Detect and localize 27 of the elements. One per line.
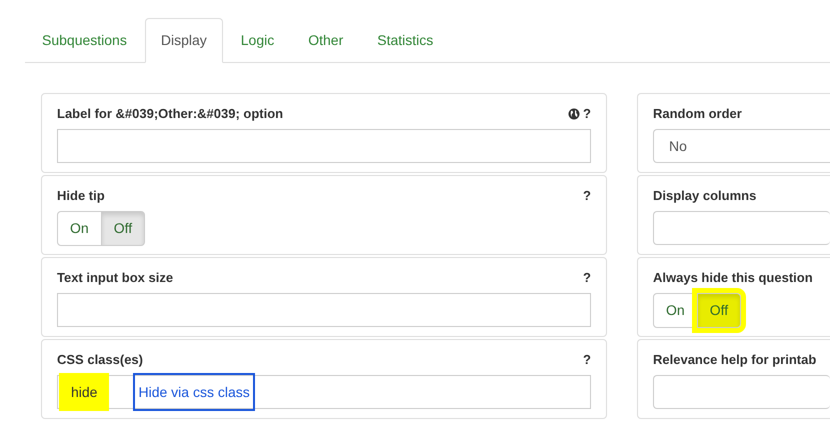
field-label: Always hide this question: [653, 269, 813, 288]
field-label: Hide tip: [57, 187, 105, 206]
help-icon[interactable]: ?: [583, 104, 591, 124]
help-icon[interactable]: ?: [583, 350, 591, 370]
field-label: Relevance help for printab: [653, 351, 816, 370]
input-field[interactable]: hide Hide via css class: [57, 375, 591, 409]
field-label: Random order: [653, 105, 742, 124]
input-value: hide: [59, 373, 110, 411]
toggle-option[interactable]: On: [57, 211, 102, 246]
field-label: CSS class(es): [57, 351, 143, 370]
input-field[interactable]: [653, 375, 830, 409]
annotation-note: Hide via css class: [133, 373, 255, 411]
toggle-option[interactable]: Off: [100, 211, 146, 246]
field-label: Label for &#039;Other:&#039; option: [57, 105, 284, 124]
tab[interactable]: Display: [144, 18, 223, 63]
field-label: Text input box size: [57, 269, 174, 288]
tab[interactable]: Other: [292, 18, 360, 63]
help-icon[interactable]: ?: [583, 268, 591, 288]
help-icon[interactable]: ?: [583, 186, 591, 206]
select-field[interactable]: No: [653, 129, 830, 163]
input-field[interactable]: [57, 293, 591, 327]
input-field[interactable]: [653, 211, 830, 245]
tab[interactable]: Statistics: [361, 18, 450, 63]
tab[interactable]: Logic: [224, 18, 290, 63]
field-label: Display columns: [653, 187, 756, 206]
tab[interactable]: Subquestions: [26, 18, 143, 63]
input-field[interactable]: [57, 129, 591, 163]
